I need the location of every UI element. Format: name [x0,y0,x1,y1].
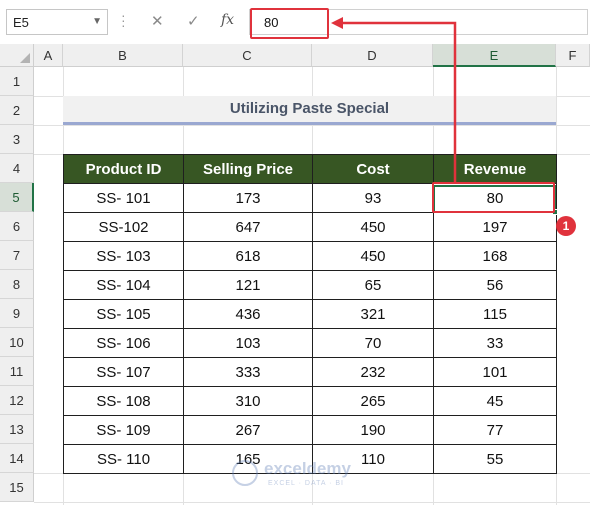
callout-arrow [331,17,457,182]
